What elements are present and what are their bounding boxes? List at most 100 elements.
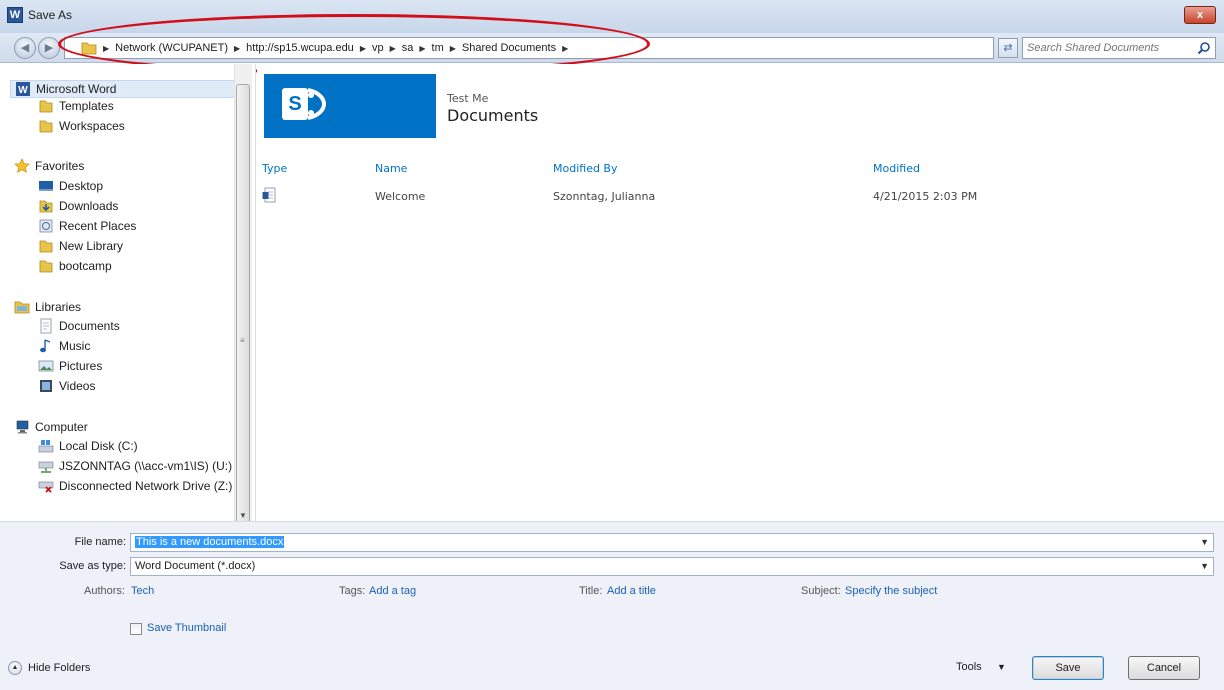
column-header-modified[interactable]: Modified: [873, 162, 920, 175]
disconnected-drive-icon: [38, 478, 54, 494]
scroll-down-arrow-icon[interactable]: ▼: [239, 511, 247, 520]
chevron-right-icon[interactable]: ▶: [450, 42, 456, 55]
breadcrumb-item[interactable]: sa: [402, 42, 414, 55]
refresh-button[interactable]: ⇄: [998, 38, 1018, 58]
sidebar-item-templates[interactable]: Templates: [38, 97, 114, 115]
documents-icon: [38, 318, 54, 334]
sidebar-item-label: Libraries: [35, 300, 82, 314]
file-name-value[interactable]: This is a new documents.docx: [135, 536, 285, 548]
sidebar-item-documents[interactable]: Documents: [38, 317, 120, 335]
sidebar-item-local-disk[interactable]: Local Disk (C:): [38, 437, 138, 455]
sidebar-item-downloads[interactable]: Downloads: [38, 197, 118, 215]
folder-icon: [81, 42, 97, 55]
sidebar-item-desktop[interactable]: Desktop: [38, 177, 103, 195]
chevron-right-icon: ▶: [103, 44, 110, 53]
close-button[interactable]: x: [1184, 6, 1216, 24]
save-as-type-select[interactable]: Word Document (*.docx) ▼: [130, 557, 1214, 576]
folder-icon: [38, 238, 54, 254]
folder-icon: [38, 98, 54, 114]
tags-value[interactable]: Add a tag: [369, 585, 416, 597]
sidebar-item-microsoft-word[interactable]: W Microsoft Word: [10, 80, 236, 98]
sharepoint-logo: S: [264, 74, 436, 138]
sidebar-item-pictures[interactable]: Pictures: [38, 357, 102, 375]
sidebar-item-new-library[interactable]: New Library: [38, 237, 123, 255]
sidebar-item-favorites[interactable]: Favorites: [14, 157, 84, 175]
site-title[interactable]: Documents: [447, 106, 538, 125]
word-app-icon: W: [7, 7, 23, 23]
breadcrumb: ▶ Network (WCUPANET) ▶ http://sp15.wcupa…: [103, 42, 568, 55]
chevron-down-icon[interactable]: ▼: [1200, 537, 1209, 547]
sidebar-item-label: Music: [59, 339, 91, 353]
chevron-down-icon[interactable]: ▼: [1200, 561, 1209, 571]
sidebar-item-label: JSZONNTAG (\\acc-vm1\IS) (U:): [59, 459, 233, 473]
chevron-right-icon[interactable]: ▶: [390, 42, 396, 55]
column-header-type[interactable]: Type: [262, 162, 287, 175]
search-input[interactable]: [1027, 40, 1187, 56]
forward-button[interactable]: ▶: [38, 37, 60, 59]
local-disk-icon: [38, 438, 54, 454]
sidebar-item-recent-places[interactable]: Recent Places: [38, 217, 136, 235]
sidebar-item-computer[interactable]: Computer: [14, 418, 88, 436]
videos-icon: [38, 378, 54, 394]
hide-folders-button[interactable]: ▲ Hide Folders: [8, 661, 90, 675]
breadcrumb-item[interactable]: http://sp15.wcupa.edu: [246, 42, 354, 55]
search-box[interactable]: [1022, 37, 1216, 59]
chevron-right-icon[interactable]: ▶: [234, 42, 240, 55]
sidebar-item-label: Disconnected Network Drive (Z:): [59, 479, 233, 493]
column-header-modified-by[interactable]: Modified By: [553, 162, 618, 175]
sidebar-item-bootcamp[interactable]: bootcamp: [38, 257, 112, 275]
save-thumbnail-label[interactable]: Save Thumbnail: [147, 622, 226, 634]
site-subtitle: Test Me: [447, 92, 489, 105]
star-icon: [14, 158, 30, 174]
title-bar: W Save As x: [0, 0, 1224, 33]
sidebar-item-label: Templates: [59, 99, 114, 113]
address-bar[interactable]: ▶ Network (WCUPANET) ▶ http://sp15.wcupa…: [64, 37, 1049, 59]
back-button[interactable]: ◀: [14, 37, 36, 59]
column-header-name[interactable]: Name: [375, 162, 407, 175]
hide-folders-label: Hide Folders: [28, 662, 91, 674]
chevron-right-icon[interactable]: ▶: [562, 42, 568, 55]
authors-label: Authors:: [84, 585, 125, 597]
network-drive-icon: [38, 458, 54, 474]
authors-value[interactable]: Tech: [131, 585, 154, 597]
word-icon: W: [15, 81, 31, 97]
save-button[interactable]: Save: [1032, 656, 1104, 680]
sidebar-item-network-drive-z[interactable]: Disconnected Network Drive (Z:): [38, 477, 232, 495]
breadcrumb-item[interactable]: Shared Documents: [462, 42, 556, 55]
sharepoint-arrow-icon: [307, 88, 327, 120]
window-title: Save As: [28, 8, 73, 22]
breadcrumb-item[interactable]: Network (WCUPANET): [115, 42, 228, 55]
navigation-pane: W Microsoft Word Templates Workspaces Fa…: [0, 64, 256, 521]
save-thumbnail-checkbox[interactable]: [130, 623, 142, 635]
sidebar-item-network-drive-u[interactable]: JSZONNTAG (\\acc-vm1\IS) (U:): [38, 457, 232, 475]
sidebar-item-videos[interactable]: Videos: [38, 377, 95, 395]
title-label: Title:: [579, 585, 603, 597]
cancel-button[interactable]: Cancel: [1128, 656, 1200, 680]
search-icon[interactable]: [1197, 41, 1211, 55]
sidebar-item-label: Computer: [35, 420, 88, 434]
chevron-up-icon: ▲: [8, 661, 22, 675]
tools-menu[interactable]: Tools: [956, 661, 982, 673]
sidebar-item-label: Favorites: [35, 159, 85, 173]
sidebar-item-libraries[interactable]: Libraries: [14, 298, 81, 316]
title-value[interactable]: Add a title: [607, 585, 656, 597]
word-doc-icon[interactable]: [262, 187, 276, 203]
file-name-cell[interactable]: Welcome: [375, 190, 425, 203]
chevron-down-icon[interactable]: ▼: [997, 662, 1006, 672]
libraries-icon: [14, 299, 30, 315]
computer-icon: [14, 419, 30, 435]
subject-value[interactable]: Specify the subject: [845, 585, 937, 597]
sidebar-item-music[interactable]: Music: [38, 337, 90, 355]
breadcrumb-item[interactable]: tm: [432, 42, 444, 55]
modified-by-cell: Szonntag, Julianna: [553, 190, 656, 203]
chevron-right-icon[interactable]: ▶: [419, 42, 425, 55]
sidebar-item-label: Local Disk (C:): [59, 439, 138, 453]
chevron-right-icon[interactable]: ▶: [360, 42, 366, 55]
sidebar-item-workspaces[interactable]: Workspaces: [38, 117, 125, 135]
file-name-field[interactable]: This is a new documents.docx ▼: [130, 533, 1214, 552]
breadcrumb-item[interactable]: vp: [372, 42, 384, 55]
address-row: ◀ ▶ ▶ Network (WCUPANET) ▶ http://sp15.w…: [0, 33, 1224, 63]
sidebar-item-label: Pictures: [59, 359, 103, 373]
sidebar-item-label: bootcamp: [59, 259, 112, 273]
sidebar-scroll-thumb[interactable]: [236, 84, 250, 521]
